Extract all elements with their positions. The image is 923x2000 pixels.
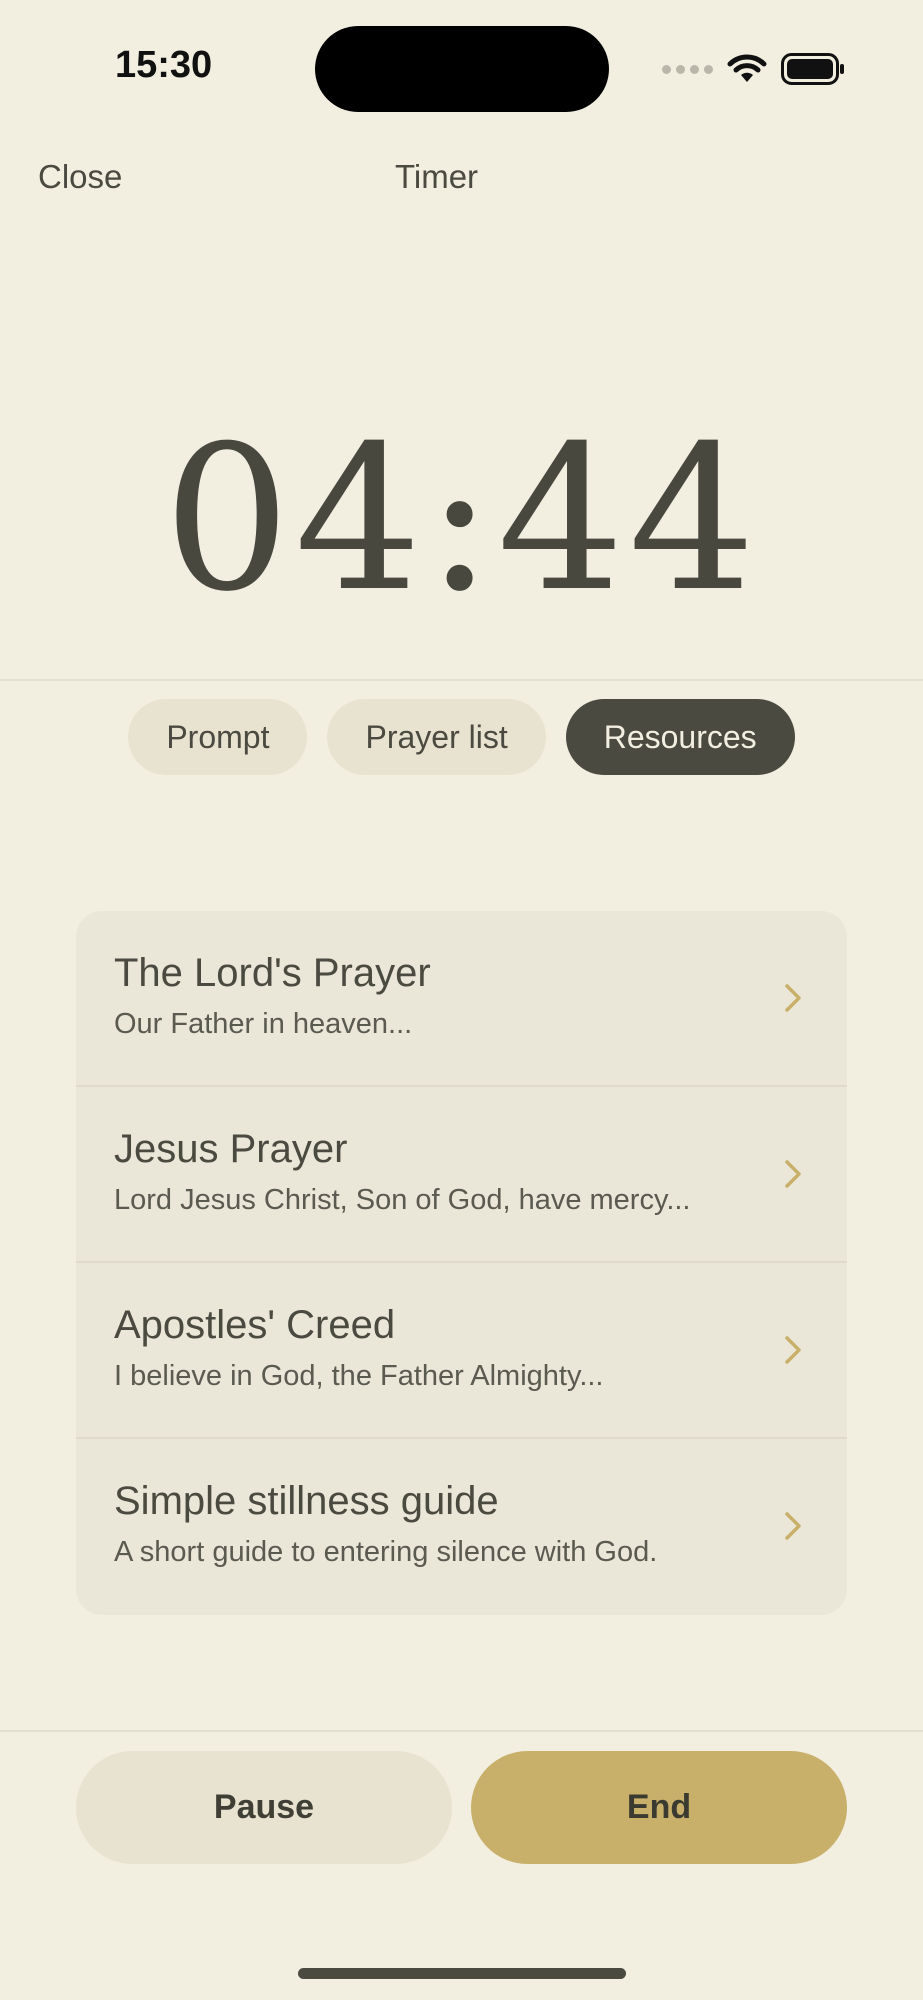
tab-prompt[interactable]: Prompt (128, 699, 308, 775)
resource-subtitle: A short guide to entering silence with G… (114, 1536, 658, 1568)
pause-button[interactable]: Pause (76, 1751, 452, 1864)
home-indicator[interactable] (298, 1968, 626, 1979)
resources-list: The Lord's Prayer Our Father in heaven..… (76, 911, 847, 1615)
resource-subtitle: Lord Jesus Christ, Son of God, have merc… (114, 1184, 691, 1216)
battery-icon (781, 53, 845, 85)
resource-subtitle: I believe in God, the Father Almighty... (114, 1360, 604, 1392)
resource-title: Apostles' Creed (114, 1303, 396, 1347)
resource-subtitle: Our Father in heaven... (114, 1008, 413, 1040)
end-button[interactable]: End (471, 1751, 847, 1864)
chevron-right-icon (785, 1512, 801, 1540)
tab-resources[interactable]: Resources (565, 699, 795, 775)
chevron-right-icon (785, 984, 801, 1012)
resource-item-apostles-creed[interactable]: Apostles' Creed I believe in God, the Fa… (76, 1263, 847, 1439)
tab-prayer-list[interactable]: Prayer list (327, 699, 546, 775)
resource-item-stillness-guide[interactable]: Simple stillness guide A short guide to … (76, 1439, 847, 1615)
status-time: 15:30 (115, 44, 213, 86)
resource-title: The Lord's Prayer (114, 951, 431, 995)
timer-screen: 15:30 Close Timer 04:44 Prompt Prayer li… (0, 0, 923, 2000)
resource-title: Simple stillness guide (114, 1479, 499, 1523)
page-title: Timer (394, 158, 479, 195)
segment-tabs: Prompt Prayer list Resources (0, 699, 923, 775)
cellular-signal-icon (662, 64, 713, 74)
chevron-right-icon (785, 1160, 801, 1188)
resource-item-jesus-prayer[interactable]: Jesus Prayer Lord Jesus Christ, Son of G… (76, 1087, 847, 1263)
wifi-icon (727, 54, 767, 84)
dynamic-island (315, 26, 609, 112)
divider-bottom (0, 1730, 923, 1732)
status-icons (662, 52, 845, 86)
resource-title: Jesus Prayer (114, 1127, 348, 1171)
resource-item-lords-prayer[interactable]: The Lord's Prayer Our Father in heaven..… (76, 911, 847, 1087)
chevron-right-icon (785, 1336, 801, 1364)
divider-top (0, 679, 923, 681)
timer-display: 04:44 (163, 403, 760, 636)
